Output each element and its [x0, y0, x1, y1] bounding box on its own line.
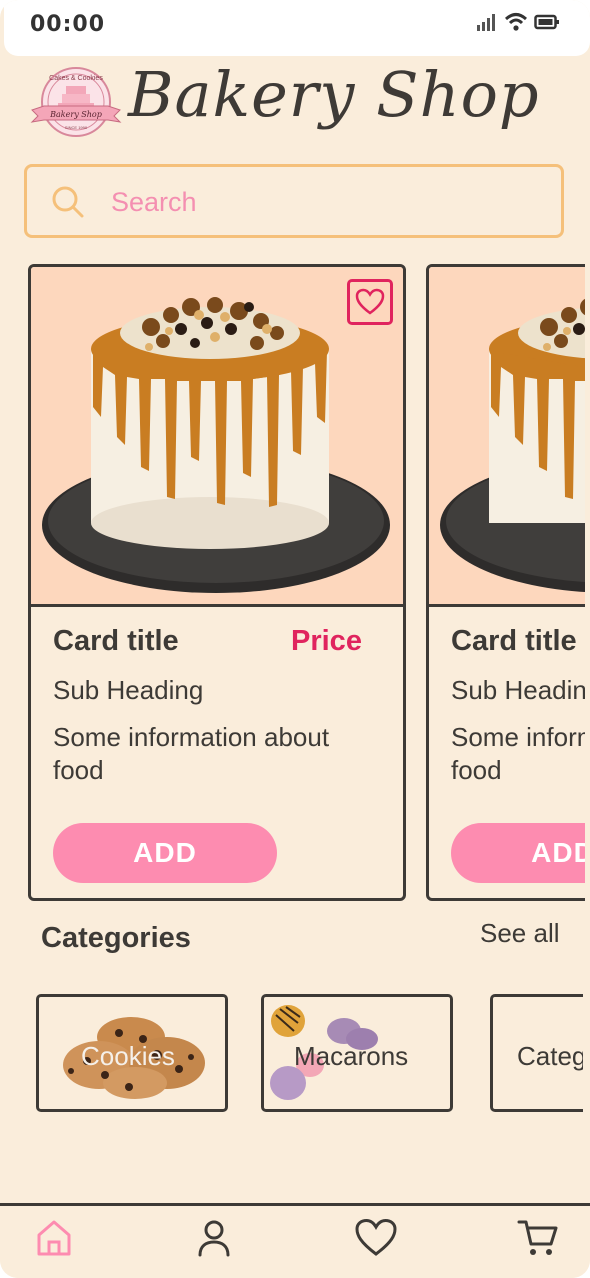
wifi-icon [504, 13, 528, 31]
card-subheading: Sub Heading [53, 675, 204, 705]
nav-profile[interactable] [192, 1216, 236, 1260]
search-bar[interactable] [24, 164, 564, 238]
status-time: 00:00 [30, 12, 106, 37]
home-icon[interactable] [34, 1218, 74, 1258]
nav-favorites[interactable] [354, 1216, 398, 1260]
favorite-button[interactable] [347, 279, 393, 325]
product-card[interactable]: Card title Price Sub Heading Some inform… [28, 264, 406, 901]
categories-heading: Categories [41, 922, 191, 954]
add-button[interactable]: ADD [451, 823, 585, 883]
card-info: Some information about food [53, 722, 330, 785]
card-subheading: Sub Heading [451, 675, 585, 705]
see-all-link[interactable]: See all [480, 918, 560, 949]
nav-home[interactable] [32, 1216, 76, 1260]
category-label: Cookies [81, 1041, 175, 1071]
add-button[interactable]: ADD [53, 823, 277, 883]
heart-icon[interactable] [355, 288, 385, 316]
search-input[interactable] [111, 185, 531, 219]
battery-icon [534, 14, 559, 30]
card-title: Card title [451, 625, 577, 657]
card-title: Card title [53, 625, 179, 657]
heart-icon[interactable] [354, 1218, 398, 1258]
card-info: Some information about food [451, 722, 585, 785]
signal-icon [477, 14, 495, 31]
category-tile-more[interactable]: Category [490, 994, 583, 1112]
category-tile-cookies[interactable]: Cookies [36, 994, 228, 1112]
product-card[interactable]: Card title Sub Heading Some information … [426, 264, 585, 901]
app-screen: 00:00 Cakes & Cookies Bakery Shop SINCE … [0, 0, 590, 1278]
category-tile-macarons[interactable]: Macarons [261, 994, 453, 1112]
bottom-nav [0, 1203, 590, 1278]
nav-cart[interactable] [516, 1216, 560, 1260]
logo-top-text: Cakes & Cookies [49, 75, 103, 82]
card-price: Price [291, 625, 362, 657]
product-image [429, 267, 585, 607]
shop-title: Bakery Shop [128, 58, 540, 131]
bakery-logo: Cakes & Cookies Bakery Shop SINCE 1990 [30, 66, 122, 138]
user-icon[interactable] [196, 1218, 232, 1258]
product-image [31, 267, 403, 607]
category-label: Category [517, 1041, 583, 1071]
product-carousel[interactable]: Card title Price Sub Heading Some inform… [0, 264, 585, 904]
cart-icon[interactable] [517, 1218, 559, 1258]
status-bar: 00:00 [4, 0, 590, 56]
category-label: Macarons [294, 1041, 409, 1071]
logo-name: Bakery Shop [49, 110, 102, 119]
categories-row[interactable]: Cookies Macarons Category [0, 992, 583, 1116]
logo-since: SINCE 1990 [65, 125, 88, 130]
search-icon[interactable] [51, 185, 85, 219]
status-icons [476, 12, 560, 32]
